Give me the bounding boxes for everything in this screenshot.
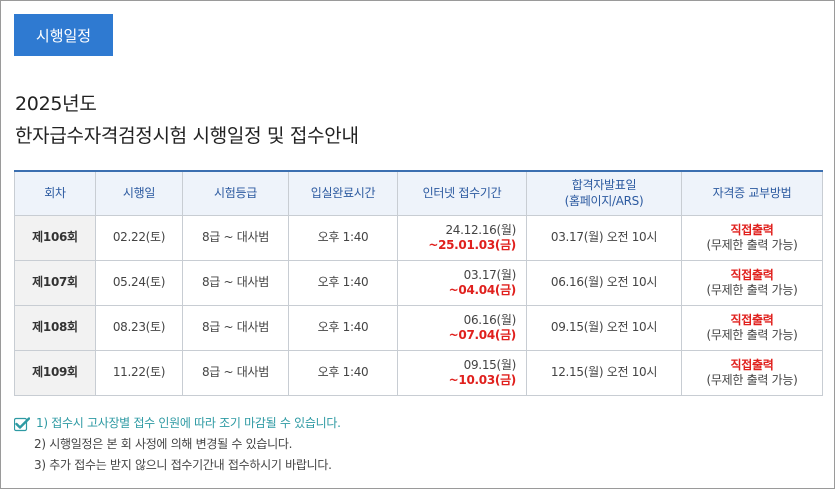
header-cert: 자격증 교부방법 <box>681 170 823 216</box>
header-entry-time: 입실완료시간 <box>288 170 398 216</box>
reg-start: 24.12.16(월) <box>445 222 516 237</box>
cell-registration: 09.15(월) ~10.03(금) <box>397 349 527 396</box>
cert-sub: (무제한 출력 가능) <box>706 327 798 342</box>
table-row: 제107회 05.24(토) 8급 ~ 대사범 오후 1:40 03.17(월)… <box>14 259 823 306</box>
note-text: 2) 시행일정은 본 회 사정에 의해 변경될 수 있습니다. <box>34 437 293 451</box>
table-row: 제108회 08.23(토) 8급 ~ 대사범 오후 1:40 06.16(월)… <box>14 304 823 351</box>
cert-main: 직접출력 <box>730 357 774 372</box>
reg-end: ~04.04(금) <box>448 282 517 297</box>
reg-end: ~07.04(금) <box>448 327 517 342</box>
note-item: 2) 시행일정은 본 회 사정에 의해 변경될 수 있습니다. <box>14 434 341 455</box>
page-year: 2025년도 <box>15 93 97 115</box>
cell-entry-time: 오후 1:40 <box>288 349 398 396</box>
cert-sub: (무제한 출력 가능) <box>706 372 798 387</box>
reg-end: ~25.01.03(금) <box>428 237 516 252</box>
cert-main: 직접출력 <box>730 222 774 237</box>
cell-entry-time: 오후 1:40 <box>288 304 398 351</box>
header-result-line1: 합격자발표일 <box>571 178 637 193</box>
reg-start: 09.15(월) <box>463 357 517 372</box>
note-text: 3) 추가 접수는 받지 않으니 접수기간내 접수하시기 바랍니다. <box>34 458 332 472</box>
reg-end: ~10.03(금) <box>448 372 517 387</box>
cert-sub: (무제한 출력 가능) <box>706 282 798 297</box>
header-grade: 시험등급 <box>182 170 289 216</box>
cert-main: 직접출력 <box>730 312 774 327</box>
header-round: 회차 <box>14 170 96 216</box>
reg-start: 06.16(월) <box>463 312 517 327</box>
note-item: 3) 추가 접수는 받지 않으니 접수기간내 접수하시기 바랍니다. <box>14 455 341 476</box>
header-registration: 인터넷 접수기간 <box>397 170 527 216</box>
cell-result: 12.15(월) 오전 10시 <box>526 349 682 396</box>
page-frame: 시행일정 2025년도 한자급수자격검정시험 시행일정 및 접수안내 회차 시행… <box>0 0 835 489</box>
cell-cert: 직접출력 (무제한 출력 가능) <box>681 214 823 261</box>
cert-sub: (무제한 출력 가능) <box>706 237 798 252</box>
note-item: 1) 접수시 고사장별 접수 인원에 따라 조기 마감될 수 있습니다. <box>14 413 341 434</box>
cell-entry-time: 오후 1:40 <box>288 259 398 306</box>
tab-schedule-label: 시행일정 <box>35 26 92 45</box>
table-row: 제109회 11.22(토) 8급 ~ 대사범 오후 1:40 09.15(월)… <box>14 349 823 396</box>
header-exam-date: 시행일 <box>95 170 183 216</box>
schedule-table: 회차 시행일 시험등급 입실완료시간 인터넷 접수기간 합격자발표일 (홈페이지… <box>14 170 823 396</box>
cert-main: 직접출력 <box>730 267 774 282</box>
header-result-line2: (홈페이지/ARS) <box>564 194 644 209</box>
cell-entry-time: 오후 1:40 <box>288 214 398 261</box>
table-row: 제106회 02.22(토) 8급 ~ 대사범 오후 1:40 24.12.16… <box>14 214 823 261</box>
cell-result: 06.16(월) 오전 10시 <box>526 259 682 306</box>
cell-round: 제106회 <box>14 214 96 261</box>
cell-round: 제108회 <box>14 304 96 351</box>
cell-cert: 직접출력 (무제한 출력 가능) <box>681 259 823 306</box>
cell-round: 제109회 <box>14 349 96 396</box>
cell-registration: 03.17(월) ~04.04(금) <box>397 259 527 306</box>
cell-round: 제107회 <box>14 259 96 306</box>
cell-grade: 8급 ~ 대사범 <box>182 259 289 306</box>
reg-start: 03.17(월) <box>463 267 517 282</box>
cell-cert: 직접출력 (무제한 출력 가능) <box>681 304 823 351</box>
cell-result: 03.17(월) 오전 10시 <box>526 214 682 261</box>
note-text: 1) 접수시 고사장별 접수 인원에 따라 조기 마감될 수 있습니다. <box>36 416 341 430</box>
tab-schedule[interactable]: 시행일정 <box>14 14 113 56</box>
cell-grade: 8급 ~ 대사범 <box>182 349 289 396</box>
cell-registration: 24.12.16(월) ~25.01.03(금) <box>397 214 527 261</box>
cell-exam-date: 05.24(토) <box>95 259 183 306</box>
cell-registration: 06.16(월) ~07.04(금) <box>397 304 527 351</box>
cell-grade: 8급 ~ 대사범 <box>182 214 289 261</box>
header-result: 합격자발표일 (홈페이지/ARS) <box>526 170 682 216</box>
table-header-row: 회차 시행일 시험등급 입실완료시간 인터넷 접수기간 합격자발표일 (홈페이지… <box>14 170 823 216</box>
cell-exam-date: 11.22(토) <box>95 349 183 396</box>
cell-cert: 직접출력 (무제한 출력 가능) <box>681 349 823 396</box>
cell-exam-date: 08.23(토) <box>95 304 183 351</box>
cell-grade: 8급 ~ 대사범 <box>182 304 289 351</box>
notes-list: 1) 접수시 고사장별 접수 인원에 따라 조기 마감될 수 있습니다. 2) … <box>14 413 341 476</box>
page-title: 한자급수자격검정시험 시행일정 및 접수안내 <box>15 125 359 147</box>
check-icon <box>14 416 30 431</box>
cell-exam-date: 02.22(토) <box>95 214 183 261</box>
cell-result: 09.15(월) 오전 10시 <box>526 304 682 351</box>
